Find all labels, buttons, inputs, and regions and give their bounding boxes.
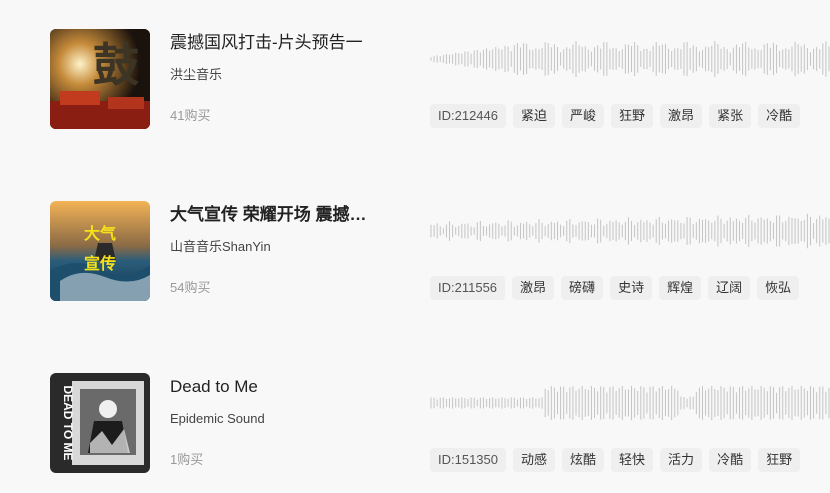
tag[interactable]: 冷酷 — [709, 448, 752, 472]
track-title[interactable]: 震撼国风打击-片头预告一 — [170, 31, 400, 55]
waveform[interactable] — [430, 211, 830, 251]
cover-title-text: DEAD TO ME — [61, 385, 75, 460]
album-cover[interactable]: DEAD TO ME — [50, 373, 150, 473]
track-row[interactable]: DEAD TO ME Dead to Me Epidemic Sound 1购买… — [0, 373, 830, 493]
cover-title-text: 鼓 — [93, 39, 140, 91]
track-title[interactable]: Dead to Me — [170, 375, 400, 399]
tag[interactable]: 炫酷 — [562, 448, 605, 472]
tag[interactable]: 磅礴 — [561, 276, 604, 300]
track-id-tag: ID:151350 — [430, 448, 506, 472]
tag[interactable]: 严峻 — [562, 104, 605, 128]
track-artist[interactable]: 洪尘音乐 — [170, 66, 222, 84]
waveform[interactable] — [430, 39, 830, 79]
tag[interactable]: 狂野 — [758, 448, 801, 472]
tag[interactable]: 紧迫 — [513, 104, 556, 128]
tag[interactable]: 狂野 — [611, 104, 654, 128]
tag-list: ID:211556 激昂 磅礴 史诗 辉煌 辽阔 恢弘 — [430, 276, 806, 300]
tag[interactable]: 史诗 — [610, 276, 653, 300]
tag[interactable]: 激昂 — [660, 104, 703, 128]
tag[interactable]: 紧张 — [709, 104, 752, 128]
purchase-count: 41购买 — [170, 108, 211, 123]
track-artist[interactable]: Epidemic Sound — [170, 410, 265, 428]
cover-title-top: 大气 — [84, 224, 116, 243]
album-cover[interactable]: 大气 宣传 — [50, 201, 150, 301]
track-row[interactable]: 大气 宣传 大气宣传 荣耀开场 震撼… 山音音乐ShanYin 54购买 ID:… — [0, 201, 830, 321]
track-id-tag: ID:211556 — [430, 276, 506, 300]
tag[interactable]: 轻快 — [611, 448, 654, 472]
tag[interactable]: 辽阔 — [708, 276, 751, 300]
purchase-count: 54购买 — [170, 280, 211, 295]
track-title[interactable]: 大气宣传 荣耀开场 震撼… — [170, 203, 400, 227]
tag[interactable]: 冷酷 — [758, 104, 801, 128]
waveform[interactable] — [430, 383, 830, 423]
tag-list: ID:212446 紧迫 严峻 狂野 激昂 紧张 冷酷 — [430, 104, 807, 128]
track-row[interactable]: 鼓 震撼国风打击-片头预告一 洪尘音乐 41购买 ID:212446 紧迫 严峻 狂野… — [0, 29, 830, 149]
tag[interactable]: 动感 — [513, 448, 556, 472]
tag-list: ID:151350 动感 炫酷 轻快 活力 冷酷 狂野 — [430, 448, 807, 472]
album-cover[interactable]: 鼓 — [50, 29, 150, 129]
purchase-count: 1购买 — [170, 452, 204, 467]
cover-title-bottom: 宣传 — [84, 254, 116, 273]
track-id-tag: ID:212446 — [430, 104, 506, 128]
tag[interactable]: 辉煌 — [659, 276, 702, 300]
tag[interactable]: 活力 — [660, 448, 703, 472]
track-artist[interactable]: 山音音乐ShanYin — [170, 238, 271, 256]
tag[interactable]: 激昂 — [512, 276, 555, 300]
tag[interactable]: 恢弘 — [757, 276, 800, 300]
